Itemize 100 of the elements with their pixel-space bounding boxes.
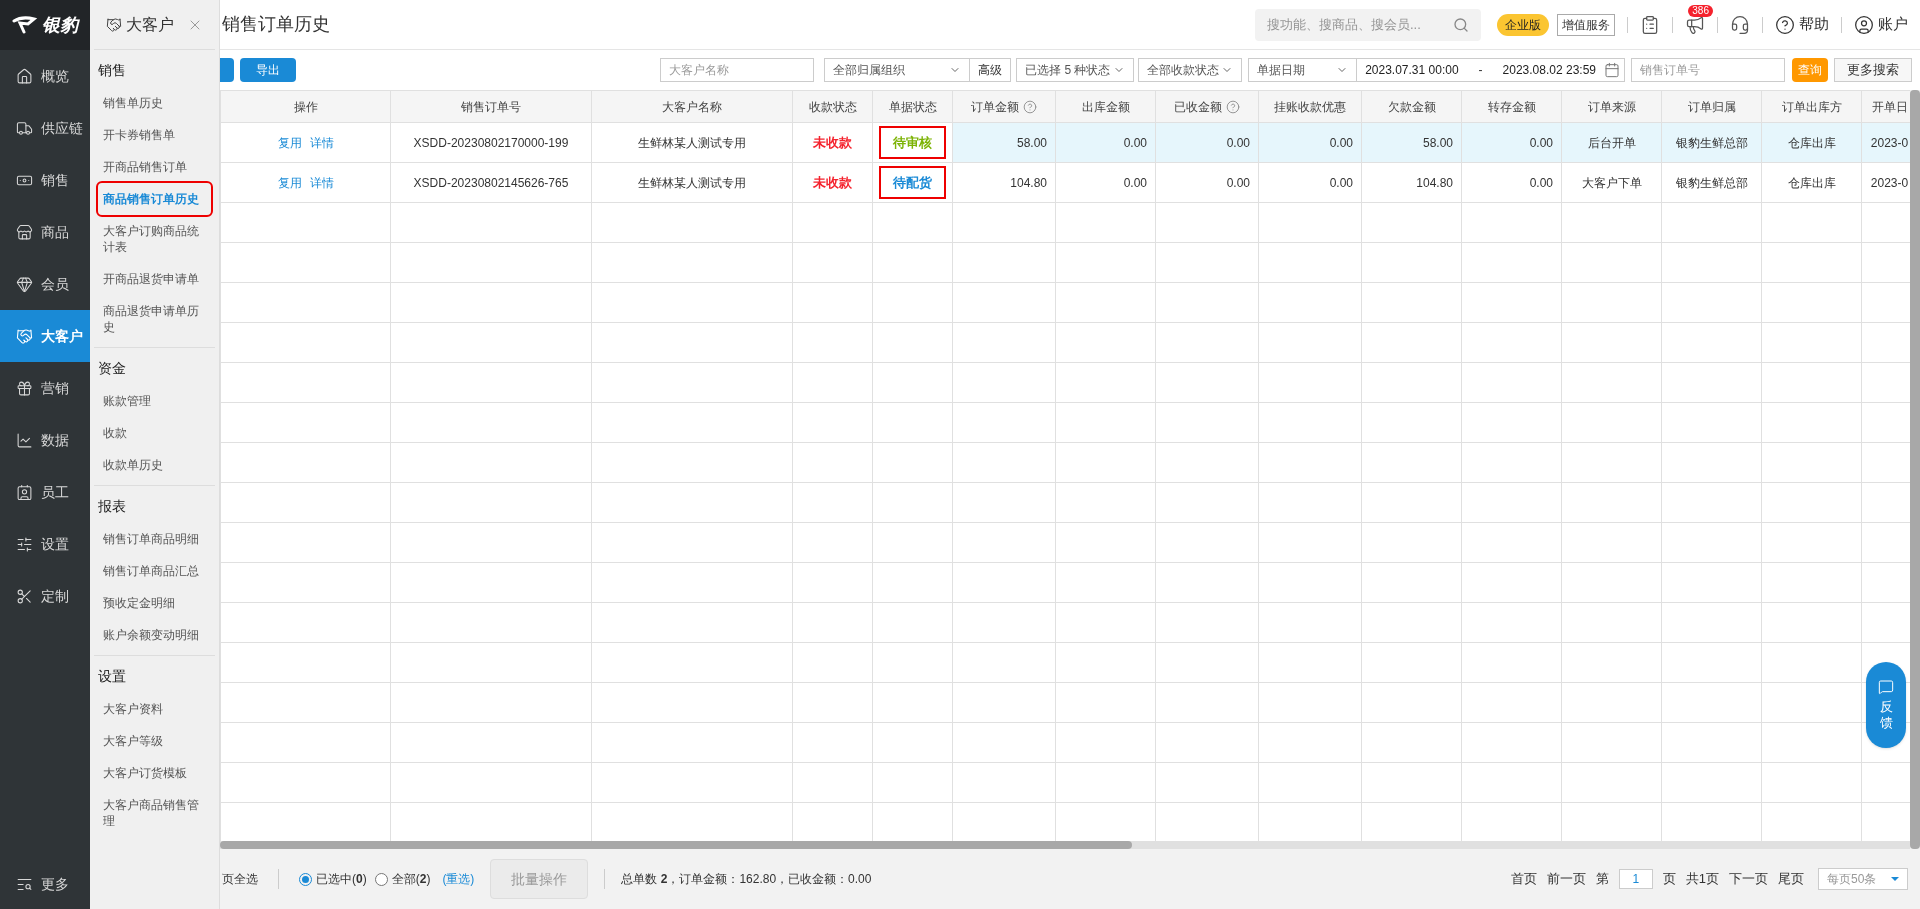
table-cell: 仓库出库 [1787, 135, 1836, 150]
megaphone-icon[interactable] [1685, 14, 1705, 35]
table-cell: XSDD-20230802170000-199 [413, 135, 569, 150]
radio-option[interactable]: 已选中(0) [299, 870, 367, 888]
last-page-link[interactable]: 尾页 [1778, 869, 1804, 889]
edition-badge: 企业版 [1497, 13, 1549, 36]
org-select[interactable]: 全部归属组织 [824, 58, 971, 82]
house-icon [16, 67, 33, 85]
submenu-item[interactable]: 收款单历史 [98, 449, 211, 481]
action-link[interactable]: 复用 [277, 175, 302, 190]
table-cell: 银豹生鲜总部 [1675, 135, 1748, 150]
section-title: 销售 [98, 61, 127, 80]
feedback-button[interactable]: 反馈 [1866, 662, 1906, 748]
page-suffix: 页 [1662, 870, 1676, 889]
nav-item[interactable]: 概览 [0, 50, 90, 102]
handshake-icon [16, 327, 33, 345]
table-row[interactable]: 复用 详情 XSDD-20230802170000-199 生鲜林某人测试专用 未收款 待审核 58.00 0.00 0.00 0.00 58.00 0.00 后台开单 银豹生鲜总部 仓库出库 2023-0 [220, 122, 1910, 163]
help-link[interactable]: 帮助 [1775, 13, 1829, 36]
column-header: 单据状态 [888, 98, 937, 116]
sliders-icon [16, 535, 33, 553]
submenu-item[interactable]: 开卡券销售单 [98, 119, 211, 151]
nav-item[interactable]: 员工 [0, 466, 90, 518]
search-input[interactable]: 搜功能、搜商品、搜会员... [1267, 14, 1453, 35]
status-select[interactable]: 已选择 5 种状态 [1016, 58, 1135, 82]
calendar-icon [1604, 62, 1620, 78]
nav-item[interactable]: 数据 [0, 414, 90, 466]
date-range-field[interactable]: 单据日期 2023.07.31 00:00 - 2023.08.02 23:59 [1248, 58, 1625, 82]
table-cell: 仓库出库 [1787, 175, 1836, 190]
table-cell: 生鲜林某人测试专用 [638, 175, 746, 190]
table-cell: 未收款 [813, 174, 852, 190]
order-number-field[interactable]: 销售订单号 [1631, 58, 1785, 82]
table-cell: 0.00 [1529, 175, 1553, 190]
customer-name-field[interactable]: 大客户名称 [660, 58, 815, 82]
export-button[interactable]: 导出 [240, 58, 296, 82]
gift-icon [16, 379, 33, 397]
search-field[interactable]: 搜功能、搜商品、搜会员... [1255, 8, 1481, 41]
logo-icon [12, 16, 38, 34]
reselect-link[interactable]: (重选) [442, 870, 475, 888]
nav-item[interactable]: 销售 [0, 154, 90, 206]
nav-item[interactable]: 大客户 [0, 310, 90, 362]
submenu-item[interactable]: 开商品销售订单 [98, 151, 211, 183]
submenu-item[interactable]: 预收定金明细 [98, 587, 211, 619]
select-page-label[interactable]: 页全选 [222, 870, 258, 888]
submenu-item[interactable]: 销售订单商品明细 [98, 523, 211, 555]
table-cell: 生鲜林某人测试专用 [638, 135, 746, 150]
nav-item[interactable]: 供应链 [0, 102, 90, 154]
submenu-item[interactable]: 开商品退货申请单 [98, 263, 211, 295]
submenu-item[interactable]: 大客户订货模板 [98, 757, 211, 789]
horizontal-scrollbar[interactable] [220, 841, 1132, 849]
account-link[interactable]: 账户 [1854, 13, 1908, 36]
chart-icon [16, 431, 33, 449]
prev-page-link[interactable]: 前一页 [1546, 869, 1586, 889]
submenu-item[interactable]: 大客户商品销售管理 [98, 789, 211, 837]
section-title: 报表 [98, 497, 127, 516]
submenu-item[interactable]: 收款 [98, 417, 211, 449]
submenu-item[interactable]: 账户余额变动明细 [98, 619, 211, 651]
vertical-scrollbar[interactable] [1910, 90, 1920, 849]
first-page-link[interactable]: 首页 [1510, 869, 1537, 889]
nav-item[interactable]: 设置 [0, 518, 90, 570]
action-link[interactable]: 详情 [309, 135, 334, 150]
submenu-item[interactable]: 销售订单商品汇总 [98, 555, 211, 587]
nav-item[interactable]: 定制 [0, 570, 90, 622]
table-cell: 58.00 [1422, 135, 1453, 150]
submenu-item[interactable]: 大客户订购商品统计表 [98, 215, 211, 263]
more-button[interactable]: 更多 [0, 859, 90, 909]
nav-item[interactable]: 营销 [0, 362, 90, 414]
column-header: 大客户名称 [662, 98, 722, 116]
page-number-field[interactable]: 1 [1618, 869, 1653, 889]
action-link[interactable]: 复用 [277, 135, 302, 150]
payment-status-select[interactable]: 全部收款状态 [1138, 58, 1243, 82]
column-header: 收款状态 [808, 98, 857, 116]
submenu-item[interactable]: 账款管理 [98, 385, 211, 417]
next-page-link[interactable]: 下一页 [1729, 869, 1768, 889]
clipboard-icon[interactable] [1640, 14, 1660, 35]
store-icon [16, 223, 33, 241]
logo-text: 银豹 [42, 13, 78, 37]
submenu-item[interactable]: 商品退货申请单历史 [98, 295, 211, 343]
more-search-button[interactable]: 更多搜索 [1834, 58, 1912, 82]
radio-option[interactable]: 全部(2) [374, 870, 431, 888]
column-header: 操作 [293, 98, 318, 116]
primary-button[interactable] [220, 58, 234, 82]
nav-item[interactable]: 会员 [0, 258, 90, 310]
date-type-select[interactable]: 单据日期 [1249, 59, 1358, 81]
handshake-icon [106, 16, 122, 33]
table-cell: 0.00 [1123, 135, 1147, 150]
table-cell: 58.00 [1016, 135, 1047, 150]
submenu-item[interactable]: 大客户等级 [98, 725, 211, 757]
search-icon [1453, 16, 1469, 33]
headset-icon[interactable] [1730, 14, 1750, 35]
table-cell: 待审核 [893, 134, 932, 150]
submenu-item[interactable]: 大客户资料 [98, 693, 211, 725]
value-added-button[interactable]: 增值服务 [1557, 13, 1615, 36]
advanced-button[interactable]: 高级 [970, 58, 1012, 82]
submenu-item[interactable]: 销售单历史 [98, 87, 211, 119]
action-link[interactable]: 详情 [309, 175, 334, 190]
total-pages: 共1页 [1685, 870, 1719, 889]
nav-item[interactable]: 商品 [0, 206, 90, 258]
table-cell: 0.00 [1226, 135, 1250, 150]
column-header: 转存金额 [1487, 98, 1536, 116]
table-cell: 104.80 [1010, 175, 1047, 190]
